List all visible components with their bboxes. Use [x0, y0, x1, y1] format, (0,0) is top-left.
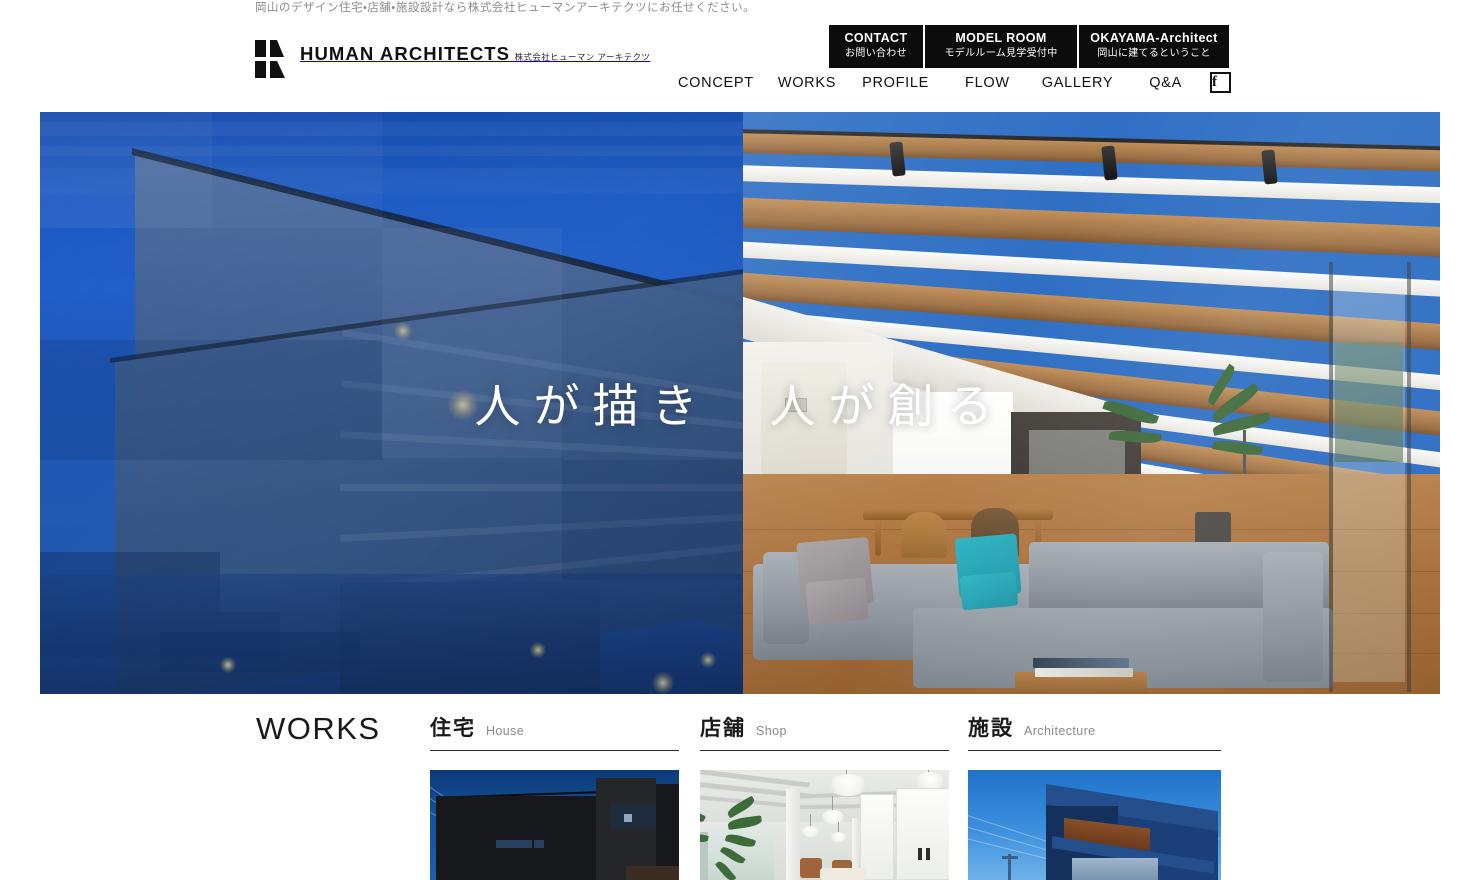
nav-item-profile[interactable]: PROFILE	[862, 75, 929, 91]
site-logo[interactable]: HUMAN ARCHITECTS 株式会社ヒューマン アーキテクツ	[255, 40, 650, 78]
nav-item-gallery[interactable]: GALLERY	[1042, 75, 1114, 91]
works-category-house-rule	[430, 750, 679, 751]
okayama-architect-button[interactable]: OKAYAMA-Architect 岡山に建てるということ	[1079, 25, 1229, 68]
facebook-glyph: f	[1212, 74, 1218, 90]
works-category-shop-rule	[700, 750, 949, 751]
works-category-house-ja: 住宅	[430, 717, 476, 740]
hero-image-right	[743, 112, 1440, 694]
okayama-architect-button-ja: 岡山に建てるということ	[1097, 48, 1211, 59]
works-category-shop-ja: 店舗	[700, 717, 746, 740]
facebook-icon[interactable]: f	[1210, 72, 1231, 93]
nav-item-concept[interactable]: CONCEPT	[678, 75, 754, 91]
nav-item-works[interactable]: WORKS	[778, 75, 836, 91]
works-category-shop-heading: 店舗 Shop	[700, 712, 949, 750]
contact-button-en: CONTACT	[844, 31, 908, 45]
logo-subtitle: 株式会社ヒューマン アーキテクツ	[514, 52, 651, 62]
works-category-house-heading: 住宅 House	[430, 712, 679, 750]
works-category-architecture: 施設 Architecture	[968, 712, 1221, 880]
works-thumbnail-house[interactable]	[430, 770, 679, 880]
works-category-shop-en: Shop	[756, 724, 787, 738]
works-category-house: 住宅 House	[430, 712, 679, 880]
main-navigation: CONCEPT WORKS PROFILE FLOW GALLERY Q&A f	[678, 72, 1231, 93]
works-category-shop: 店舗 Shop	[700, 712, 949, 880]
nav-item-qa[interactable]: Q&A	[1149, 75, 1182, 91]
contact-button[interactable]: CONTACT お問い合わせ	[829, 25, 923, 68]
door-handle-icon-2	[926, 848, 930, 860]
works-category-architecture-heading: 施設 Architecture	[968, 712, 1221, 750]
okayama-architect-button-en: OKAYAMA-Architect	[1090, 31, 1218, 45]
site-tagline: 岡山のデザイン住宅・店舗・施設設計なら株式会社ヒューマンアーキテクツにお任せくだ…	[255, 2, 756, 14]
hero-banner[interactable]: 人が描き 人が創る	[40, 112, 1440, 694]
human-architects-h-mark-icon	[255, 40, 291, 78]
works-category-architecture-rule	[968, 750, 1221, 751]
counter-top	[820, 868, 866, 880]
works-category-architecture-ja: 施設	[968, 717, 1014, 740]
model-room-button-ja: モデルルーム見学受付中	[944, 48, 1058, 59]
wall-switch-icon	[785, 398, 807, 412]
contact-button-ja: お問い合わせ	[845, 48, 907, 59]
works-thumbnail-shop[interactable]	[700, 770, 949, 880]
header-cta-buttons: CONTACT お問い合わせ MODEL ROOM モデルルーム見学受付中 OK…	[829, 25, 1229, 68]
model-room-button-en: MODEL ROOM	[955, 31, 1047, 45]
logo-name: HUMAN ARCHITECTS	[300, 43, 511, 64]
works-section: WORKS 住宅 House 店舗 Shop 施設 Architecture	[0, 694, 1479, 880]
works-section-title: WORKS	[256, 711, 381, 746]
model-room-button[interactable]: MODEL ROOM モデルルーム見学受付中	[925, 25, 1077, 68]
works-thumbnail-architecture[interactable]	[968, 770, 1221, 880]
exterior-greenery	[1335, 342, 1403, 462]
door-handle-icon	[918, 848, 922, 860]
works-category-house-en: House	[486, 724, 525, 738]
site-header: 岡山のデザイン住宅・店舗・施設設計なら株式会社ヒューマンアーキテクツにお任せくだ…	[0, 0, 1479, 112]
works-category-architecture-en: Architecture	[1024, 724, 1096, 738]
hero-image-left	[40, 112, 743, 694]
nav-item-flow[interactable]: FLOW	[965, 75, 1010, 91]
